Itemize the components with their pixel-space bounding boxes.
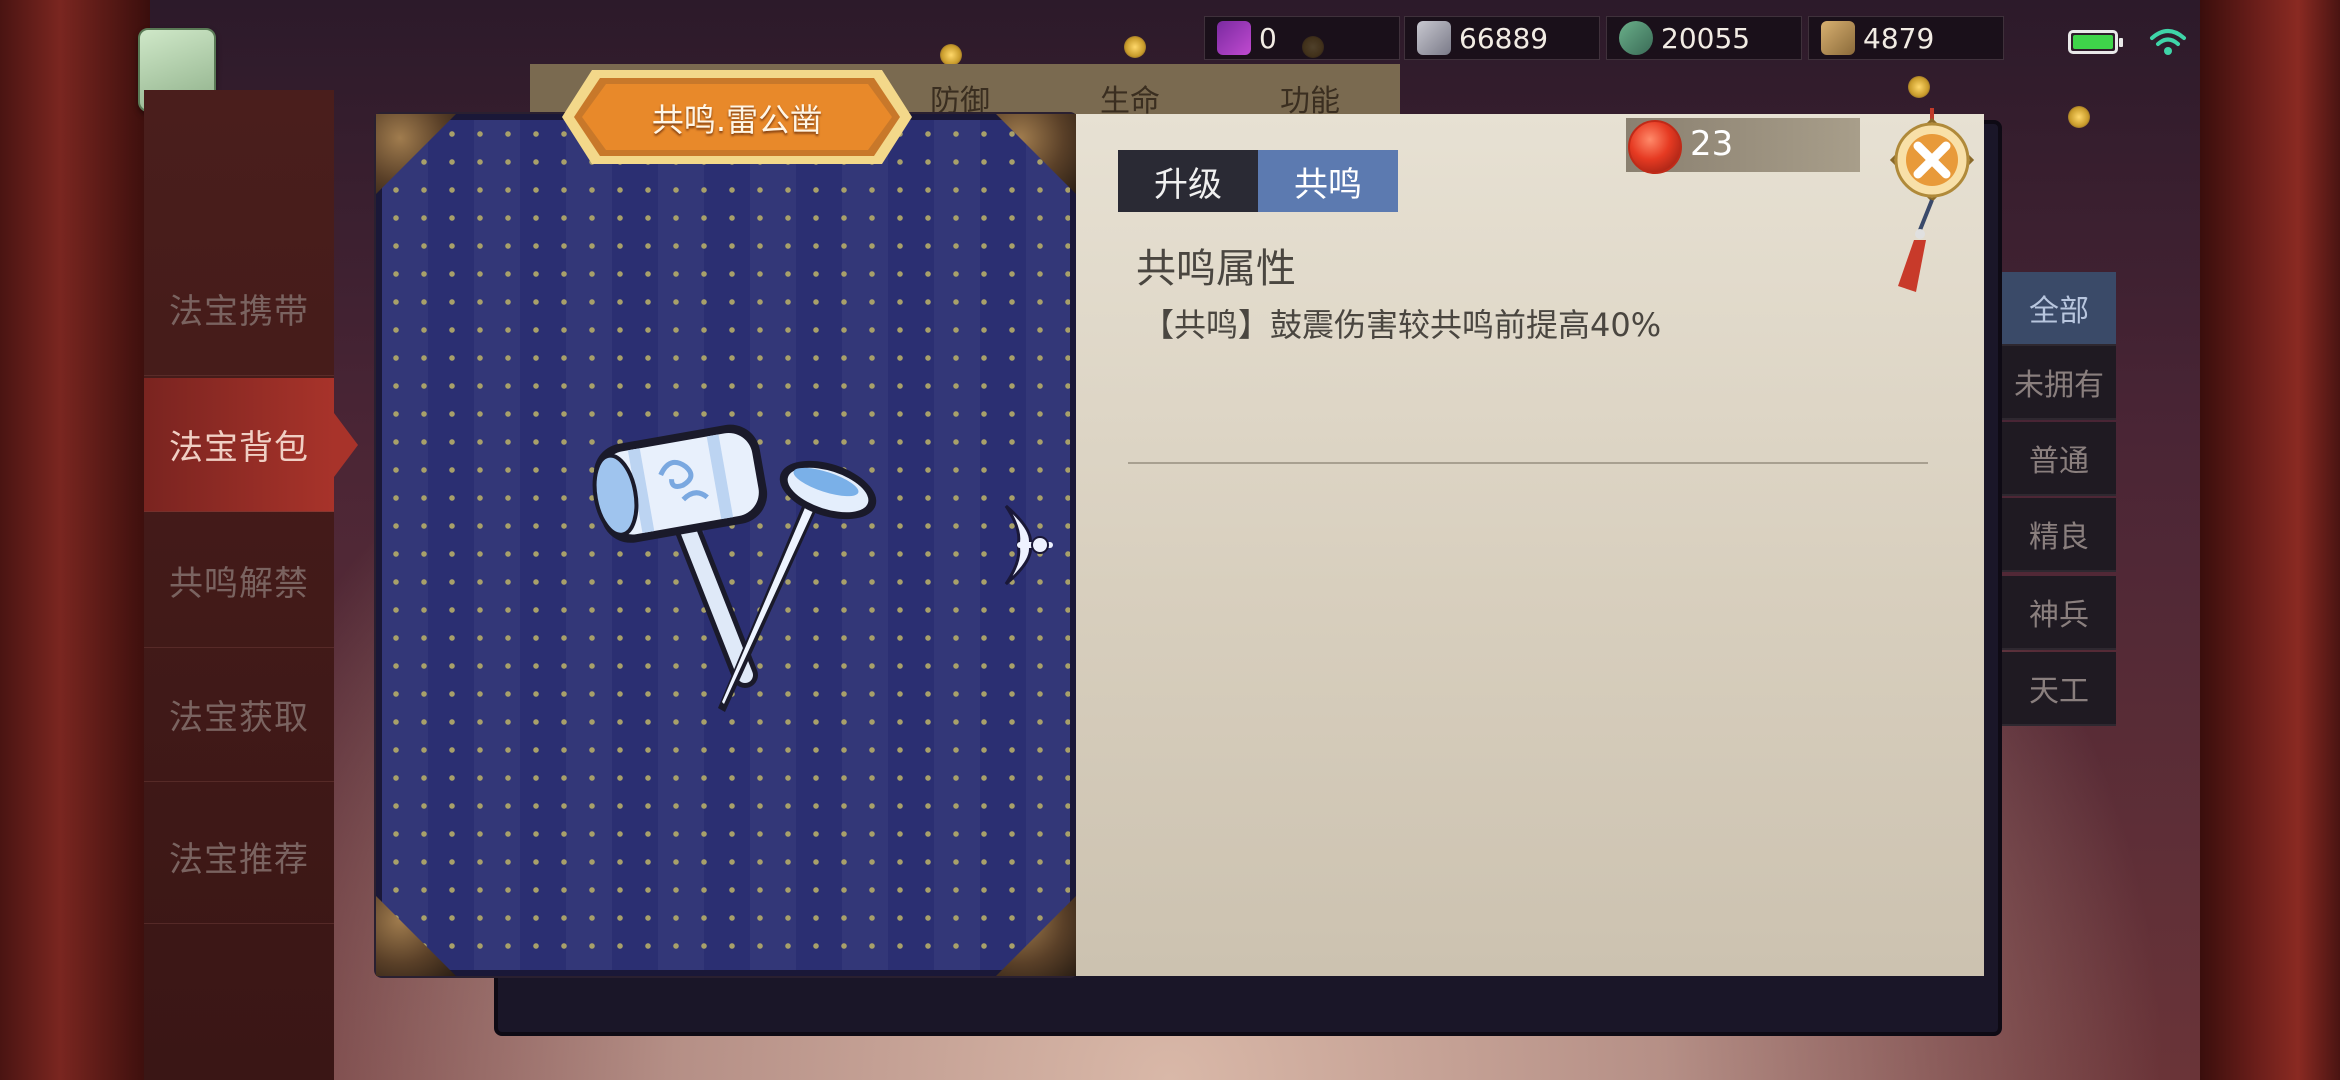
- tab-resonance[interactable]: 共鸣: [1258, 150, 1398, 212]
- filter-normal[interactable]: 普通: [2002, 422, 2116, 496]
- menu-item-obtain[interactable]: 法宝获取: [144, 648, 334, 782]
- filter-heavenly[interactable]: 天工: [2002, 652, 2116, 726]
- lantern-light: [940, 44, 962, 66]
- lantern-light: [1908, 76, 1930, 98]
- lantern-light: [1124, 36, 1146, 58]
- resource-gate-token[interactable]: 4879: [1808, 16, 2004, 60]
- menu-item-recommend[interactable]: 法宝推荐: [144, 790, 334, 924]
- filter-fine[interactable]: 精良: [2002, 498, 2116, 572]
- section-title: 共鸣属性: [1136, 246, 1296, 292]
- menu-item-bag[interactable]: 法宝背包: [144, 378, 358, 512]
- curtain-right: [2200, 0, 2340, 1080]
- resource-scroll[interactable]: 0: [1204, 16, 1400, 60]
- next-item-arrow-icon[interactable]: [1000, 500, 1060, 590]
- menu-item-carry[interactable]: 法宝携带: [144, 242, 334, 376]
- thunder-chisel-icon: [592, 424, 877, 712]
- resonance-attribute: 【共鸣】鼓震伤害较共鸣前提高40%: [1142, 306, 1662, 344]
- resource-jade[interactable]: 20055: [1606, 16, 1802, 60]
- silver-icon: [1417, 21, 1451, 55]
- menu-item-resonance-unlock[interactable]: 共鸣解禁: [144, 514, 334, 648]
- filter-not-owned[interactable]: 未拥有: [2002, 346, 2116, 420]
- tab-upgrade[interactable]: 升级: [1118, 150, 1258, 212]
- lantern-light: [2068, 106, 2090, 128]
- red-gem-icon: [1628, 120, 1682, 174]
- currency-value: 23: [1690, 124, 1734, 164]
- divider: [1128, 462, 1928, 464]
- gate-token-icon: [1821, 21, 1855, 55]
- jade-icon: [1619, 21, 1653, 55]
- close-icon[interactable]: [1880, 108, 1984, 298]
- curtain-left: [0, 0, 150, 1080]
- scroll-icon: [1217, 21, 1251, 55]
- treasure-title: 共鸣.雷公凿: [651, 101, 823, 139]
- resource-silver[interactable]: 66889: [1404, 16, 1600, 60]
- filter-divine[interactable]: 神兵: [2002, 576, 2116, 650]
- filter-all[interactable]: 全部: [2002, 272, 2116, 346]
- battery-icon: [2068, 30, 2123, 54]
- wifi-icon: [2150, 29, 2186, 55]
